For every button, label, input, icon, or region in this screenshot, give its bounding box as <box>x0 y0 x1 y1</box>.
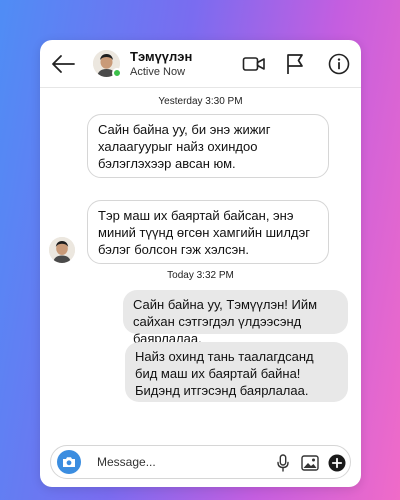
camera-icon <box>63 457 75 467</box>
camera-button[interactable] <box>57 450 81 474</box>
add-button[interactable] <box>327 453 347 473</box>
back-button[interactable] <box>48 50 78 78</box>
timestamp: Yesterday 3:30 PM <box>158 96 243 107</box>
chat-window: Тэмүүлэн Active Now Yesterday 3:30 PM Са… <box>40 40 361 487</box>
flag-icon <box>287 54 303 74</box>
message-bubble-incoming[interactable]: Тэр маш их баяртай байсан, энэ миний түү… <box>87 200 329 264</box>
video-call-button[interactable] <box>241 51 267 77</box>
message-input[interactable] <box>97 452 247 472</box>
message-bubble-incoming[interactable]: Сайн байна уу, би энэ жижиг халаагуурыг … <box>87 114 329 178</box>
online-status-dot <box>112 68 122 78</box>
back-arrow-icon <box>52 55 75 73</box>
gallery-button[interactable] <box>300 453 320 473</box>
info-icon <box>328 53 350 75</box>
message-bubble-outgoing[interactable]: Найз охинд тань таалагдсанд бид маш их б… <box>125 342 348 402</box>
contact-avatar[interactable] <box>93 50 122 78</box>
voice-message-button[interactable] <box>273 453 293 473</box>
message-bubble-outgoing[interactable]: Сайн байна уу, Тэмүүлэн! Ийм сайхан сэтг… <box>123 290 348 346</box>
timestamp: Today 3:32 PM <box>167 270 234 281</box>
contact-name: Тэмүүлэн <box>130 49 193 64</box>
avatar <box>49 237 75 263</box>
microphone-icon <box>277 454 289 472</box>
contact-status: Active Now <box>130 66 186 78</box>
chat-header: Тэмүүлэн Active Now <box>40 40 361 88</box>
image-icon <box>301 455 319 471</box>
message-composer <box>50 445 351 479</box>
plus-icon <box>328 454 346 472</box>
video-camera-icon <box>242 57 265 71</box>
report-button[interactable] <box>282 51 308 77</box>
info-button[interactable] <box>326 51 352 77</box>
